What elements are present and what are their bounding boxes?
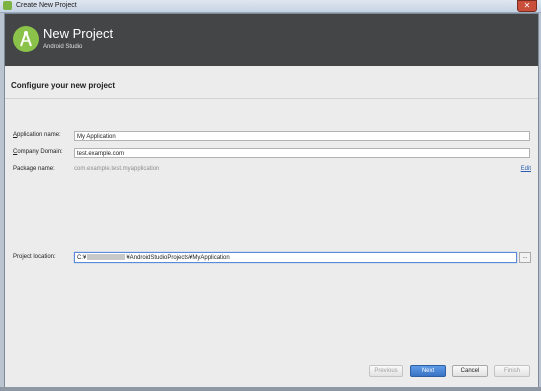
window-titlebar: Create New Project ✕ (0, 0, 541, 13)
android-studio-icon (3, 1, 12, 10)
android-studio-logo-icon (13, 26, 39, 52)
application-name-field[interactable]: My Application (74, 131, 530, 141)
package-name-value: com.example.test.myapplication (74, 166, 160, 172)
cancel-button[interactable]: Cancel (452, 365, 488, 377)
header-title: New Project (43, 26, 114, 41)
taskbar-strip (0, 387, 541, 391)
company-domain-label: Company Domain: (13, 149, 63, 155)
dialog-header: New Project Android Studio (5, 14, 538, 66)
header-subtitle: Android Studio (43, 44, 83, 50)
window-title: Create New Project (16, 2, 77, 9)
new-project-dialog: New Project Android Studio Configure you… (4, 13, 539, 389)
section-title: Configure your new project (11, 81, 116, 90)
browse-button[interactable]: ... (519, 252, 531, 263)
next-button[interactable]: Next (410, 365, 446, 377)
section-divider (5, 98, 538, 99)
application-name-label: Application name: (13, 132, 61, 138)
edit-package-link[interactable]: Edit (521, 166, 531, 172)
redacted-username (87, 254, 126, 261)
finish-button[interactable]: Finish (494, 365, 530, 377)
close-icon[interactable]: ✕ (517, 0, 537, 12)
project-location-field[interactable]: C:¥ ¥AndroidStudioProjects¥MyApplication (74, 252, 517, 263)
previous-button[interactable]: Previous (369, 365, 403, 377)
package-name-label: Package name: (13, 166, 55, 172)
project-location-label: Project location: (13, 254, 56, 260)
company-domain-field[interactable]: test.example.com (74, 148, 530, 158)
